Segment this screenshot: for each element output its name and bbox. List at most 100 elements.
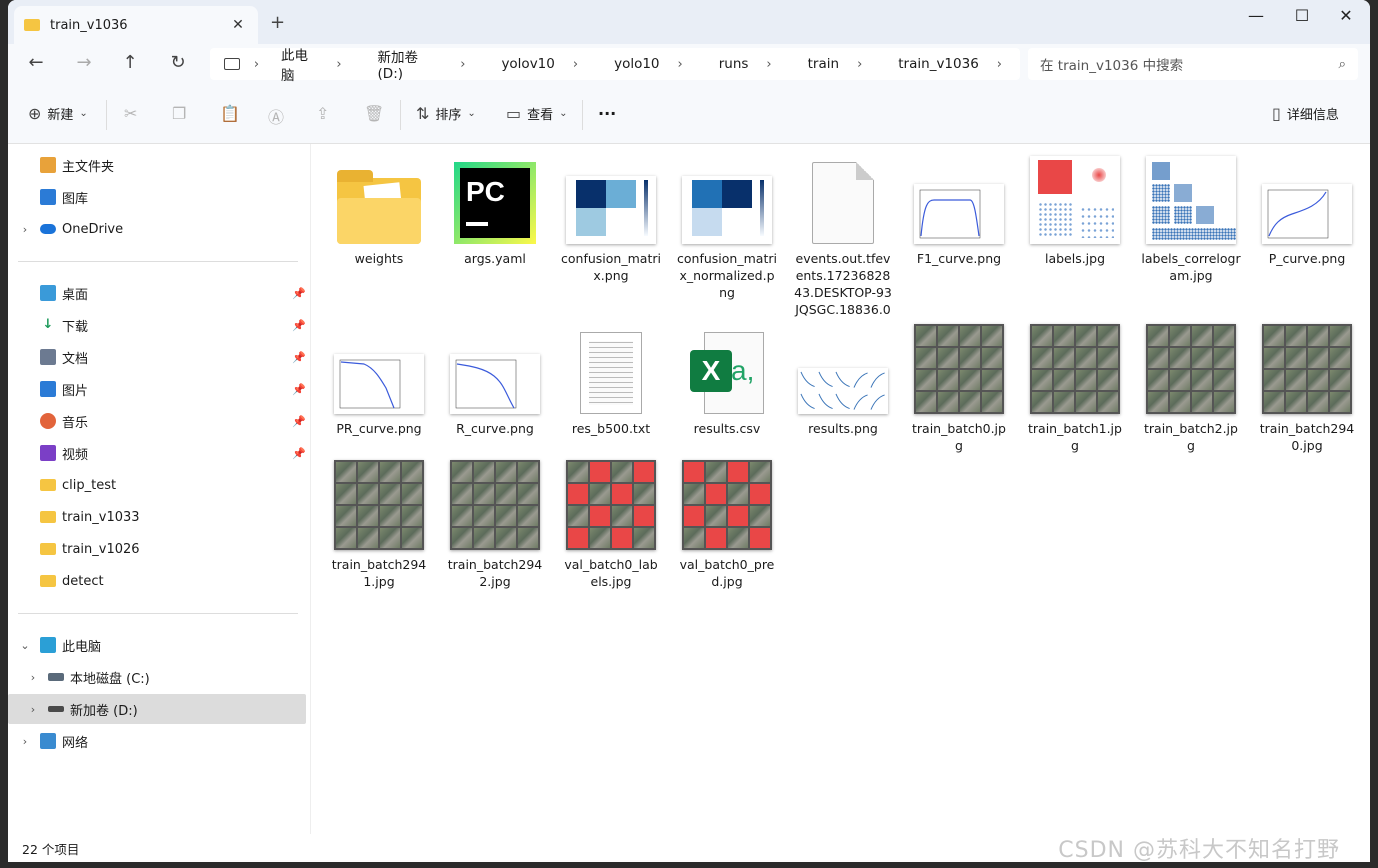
file-item-results-png[interactable]: results.png bbox=[787, 324, 899, 437]
curve-thumbnail bbox=[919, 189, 981, 239]
file-item-train-batch0[interactable]: train_batch0.jpg bbox=[903, 324, 1015, 454]
breadcrumb-item[interactable]: 新加卷 (D:) bbox=[378, 46, 443, 82]
sidebar-item-label: 桌面 bbox=[62, 287, 89, 303]
file-item-events[interactable]: events.out.tfevents.1723682843.DESKTOP-9… bbox=[787, 154, 899, 318]
title-bar: train_v1036 ✕ + — ☐ ✕ bbox=[8, 0, 1370, 44]
excel-icon: a, X bbox=[681, 324, 773, 414]
refresh-button[interactable]: ↻ bbox=[164, 52, 192, 78]
file-name: train_batch2942.jpg bbox=[447, 557, 543, 589]
sidebar-item-label: 网络 bbox=[62, 735, 89, 751]
chevron-right-icon[interactable]: › bbox=[24, 703, 42, 716]
up-button[interactable]: ↑ bbox=[116, 52, 144, 78]
sidebar-item-label: 文档 bbox=[62, 351, 89, 367]
sidebar-item-drive-c[interactable]: › 本地磁盘 (C:) bbox=[8, 662, 306, 692]
new-tab-button[interactable]: + bbox=[270, 12, 285, 33]
sidebar-item-network[interactable]: › 网络 bbox=[8, 726, 306, 756]
file-item-confusion-matrix-normalized[interactable]: confusion_matrix_normalized.png bbox=[671, 154, 783, 301]
share-button[interactable]: ⇪ bbox=[316, 104, 329, 123]
file-item-val-batch0-labels[interactable]: val_batch0_labels.jpg bbox=[555, 460, 667, 590]
breadcrumb-item[interactable]: runs bbox=[719, 56, 749, 72]
sidebar-item-pictures[interactable]: 图片 📌 bbox=[8, 374, 306, 404]
address-bar[interactable]: › 此电脑 › 新加卷 (D:) › yolov10 › yolo10 › runs › … bbox=[210, 46, 1020, 84]
file-item-f1-curve[interactable]: F1_curve.png bbox=[903, 154, 1015, 267]
forward-button[interactable]: → bbox=[70, 52, 98, 78]
chevron-right-icon[interactable]: › bbox=[16, 223, 34, 236]
folder-icon bbox=[40, 575, 56, 587]
details-button[interactable]: ▯ 详细信息 bbox=[1272, 104, 1339, 123]
sidebar-item-label: 音乐 bbox=[62, 415, 89, 431]
file-item-results-csv[interactable]: a, X results.csv bbox=[671, 324, 783, 437]
file-name: F1_curve.png bbox=[916, 251, 1002, 266]
view-button[interactable]: ▭ 查看 ⌄ bbox=[506, 104, 568, 123]
pc-icon bbox=[40, 637, 56, 653]
breadcrumb-item[interactable]: 此电脑 bbox=[281, 44, 318, 84]
rename-button[interactable]: Ⓐ bbox=[268, 104, 284, 128]
cut-button[interactable]: ✂ bbox=[124, 104, 137, 123]
rename-icon: Ⓐ bbox=[268, 108, 285, 127]
sidebar-item-label: 新加卷 (D:) bbox=[70, 703, 138, 719]
back-button[interactable]: ← bbox=[22, 52, 50, 78]
chevron-down-icon[interactable]: ⌄ bbox=[16, 639, 34, 652]
minimize-button[interactable]: — bbox=[1234, 6, 1278, 28]
file-item-r-curve[interactable]: R_curve.png bbox=[439, 324, 551, 437]
sidebar-item-home[interactable]: 主文件夹 bbox=[8, 150, 306, 180]
image-thumbnail bbox=[1029, 154, 1121, 244]
sidebar-item-music[interactable]: 音乐 📌 bbox=[8, 406, 306, 436]
maximize-button[interactable]: ☐ bbox=[1280, 6, 1324, 28]
tab-train-v1036[interactable]: train_v1036 ✕ bbox=[14, 6, 258, 44]
delete-button[interactable]: 🗑 bbox=[364, 104, 384, 123]
sidebar-item-documents[interactable]: 文档 📌 bbox=[8, 342, 306, 372]
folder-icon bbox=[40, 511, 56, 523]
file-item-pr-curve[interactable]: PR_curve.png bbox=[323, 324, 435, 437]
file-item-res-b500[interactable]: res_b500.txt bbox=[555, 324, 667, 437]
breadcrumb-item[interactable]: yolo10 bbox=[614, 56, 659, 72]
sidebar-item-train-v1026[interactable]: train_v1026 bbox=[8, 534, 306, 564]
close-button[interactable]: ✕ bbox=[1324, 6, 1368, 28]
sidebar-item-label: 此电脑 bbox=[62, 639, 102, 655]
chevron-right-icon: › bbox=[460, 56, 466, 72]
sidebar-item-onedrive[interactable]: › OneDrive bbox=[8, 214, 306, 244]
file-item-weights[interactable]: weights bbox=[323, 154, 435, 267]
sort-label: 排序 bbox=[435, 108, 462, 123]
search-input[interactable]: 在 train_v1036 中搜索 ⌕ bbox=[1028, 48, 1358, 80]
sidebar-item-this-pc[interactable]: ⌄ 此电脑 bbox=[8, 630, 306, 660]
folder-icon bbox=[24, 19, 40, 31]
sidebar-item-desktop[interactable]: 桌面 📌 bbox=[8, 278, 306, 308]
breadcrumb-item[interactable]: yolov10 bbox=[501, 56, 554, 72]
sidebar-item-label: detect bbox=[62, 573, 104, 589]
divider bbox=[400, 100, 401, 130]
chevron-right-icon[interactable]: › bbox=[16, 735, 34, 748]
file-item-args-yaml[interactable]: PC args.yaml bbox=[439, 154, 551, 267]
sort-button[interactable]: ⇅ 排序 ⌄ bbox=[416, 104, 476, 123]
file-item-labels-correlogram[interactable]: labels_correlogram.jpg bbox=[1135, 154, 1247, 284]
file-item-confusion-matrix[interactable]: confusion_matrix.png bbox=[555, 154, 667, 284]
image-thumbnail bbox=[1145, 324, 1237, 414]
more-options-button[interactable]: ··· bbox=[598, 104, 616, 123]
sidebar-item-clip-test[interactable]: clip_test bbox=[8, 470, 306, 500]
tab-close-icon[interactable]: ✕ bbox=[228, 17, 248, 33]
new-button[interactable]: ⊕ 新建 ⌄ bbox=[28, 104, 88, 123]
image-thumbnail bbox=[333, 460, 425, 550]
file-item-train-batch2942[interactable]: train_batch2942.jpg bbox=[439, 460, 551, 590]
chevron-right-icon[interactable]: › bbox=[24, 671, 42, 684]
sidebar-item-detect[interactable]: detect bbox=[8, 566, 306, 596]
file-item-train-batch2941[interactable]: train_batch2941.jpg bbox=[323, 460, 435, 590]
breadcrumb-item[interactable]: train bbox=[808, 56, 839, 72]
sidebar-item-train-v1033[interactable]: train_v1033 bbox=[8, 502, 306, 532]
cloud-icon bbox=[40, 224, 56, 234]
sidebar-item-drive-d[interactable]: › 新加卷 (D:) bbox=[8, 694, 306, 724]
file-item-train-batch2940[interactable]: train_batch2940.jpg bbox=[1251, 324, 1363, 454]
file-item-val-batch0-pred[interactable]: val_batch0_pred.jpg bbox=[671, 460, 783, 590]
file-item-train-batch1[interactable]: train_batch1.jpg bbox=[1019, 324, 1131, 454]
chevron-right-icon: › bbox=[253, 56, 260, 72]
paste-button[interactable]: 📋 bbox=[220, 104, 240, 123]
file-item-train-batch2[interactable]: train_batch2.jpg bbox=[1135, 324, 1247, 454]
copy-button[interactable]: ❐ bbox=[172, 104, 186, 123]
home-icon bbox=[40, 157, 56, 173]
sidebar-item-videos[interactable]: 视频 📌 bbox=[8, 438, 306, 468]
sidebar-item-gallery[interactable]: 图库 bbox=[8, 182, 306, 212]
file-item-labels[interactable]: labels.jpg bbox=[1019, 154, 1131, 267]
sidebar-item-downloads[interactable]: ↓ 下载 📌 bbox=[8, 310, 306, 340]
file-item-p-curve[interactable]: P_curve.png bbox=[1251, 154, 1363, 267]
breadcrumb-item[interactable]: train_v1036 bbox=[898, 56, 979, 72]
